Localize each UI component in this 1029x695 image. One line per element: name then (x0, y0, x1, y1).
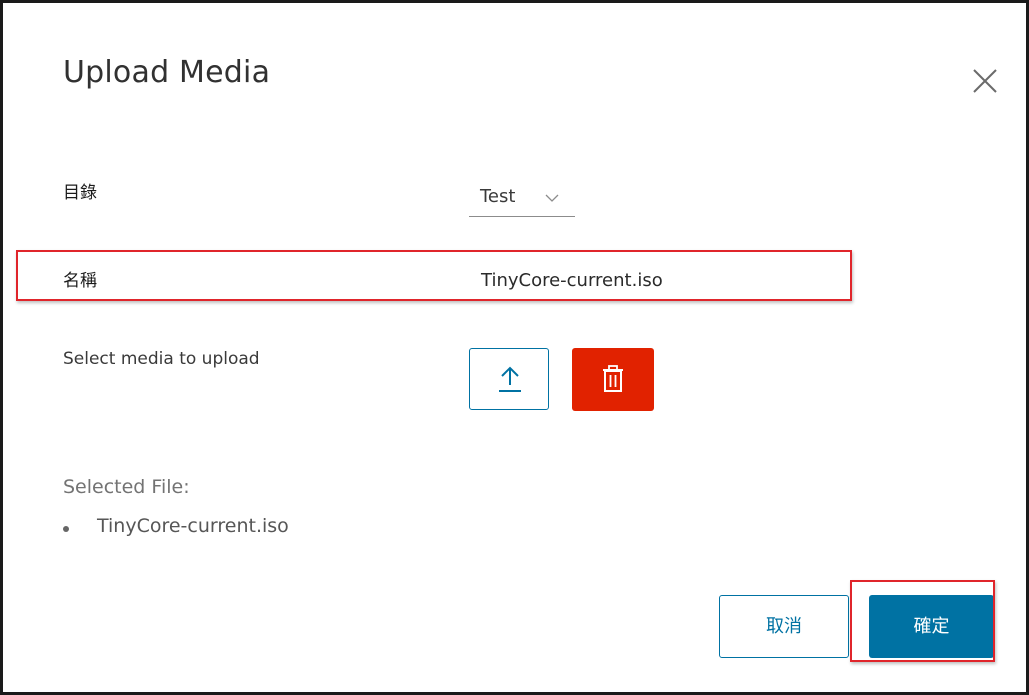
selected-file-title: Selected File: (63, 476, 190, 498)
trash-icon (603, 365, 623, 392)
dialog-title: Upload Media (63, 55, 271, 90)
directory-label: 目錄 (63, 183, 97, 203)
bullet-icon (63, 526, 69, 532)
cancel-button[interactable]: 取消 (719, 595, 849, 658)
directory-select[interactable]: Test (469, 180, 575, 217)
list-item: TinyCore-current.iso (63, 515, 289, 537)
chevron-down-icon (545, 194, 559, 202)
select-media-label: Select media to upload (63, 349, 260, 369)
upload-button[interactable] (469, 348, 549, 410)
name-row-highlight (16, 250, 852, 301)
upload-icon (499, 366, 521, 392)
selected-file-name: TinyCore-current.iso (97, 515, 289, 537)
confirm-button-highlight (850, 580, 995, 662)
delete-button[interactable] (572, 348, 654, 411)
close-button[interactable] (969, 65, 1001, 97)
selected-file-list: TinyCore-current.iso (63, 515, 289, 537)
close-icon (973, 69, 997, 93)
directory-value: Test (480, 186, 516, 207)
